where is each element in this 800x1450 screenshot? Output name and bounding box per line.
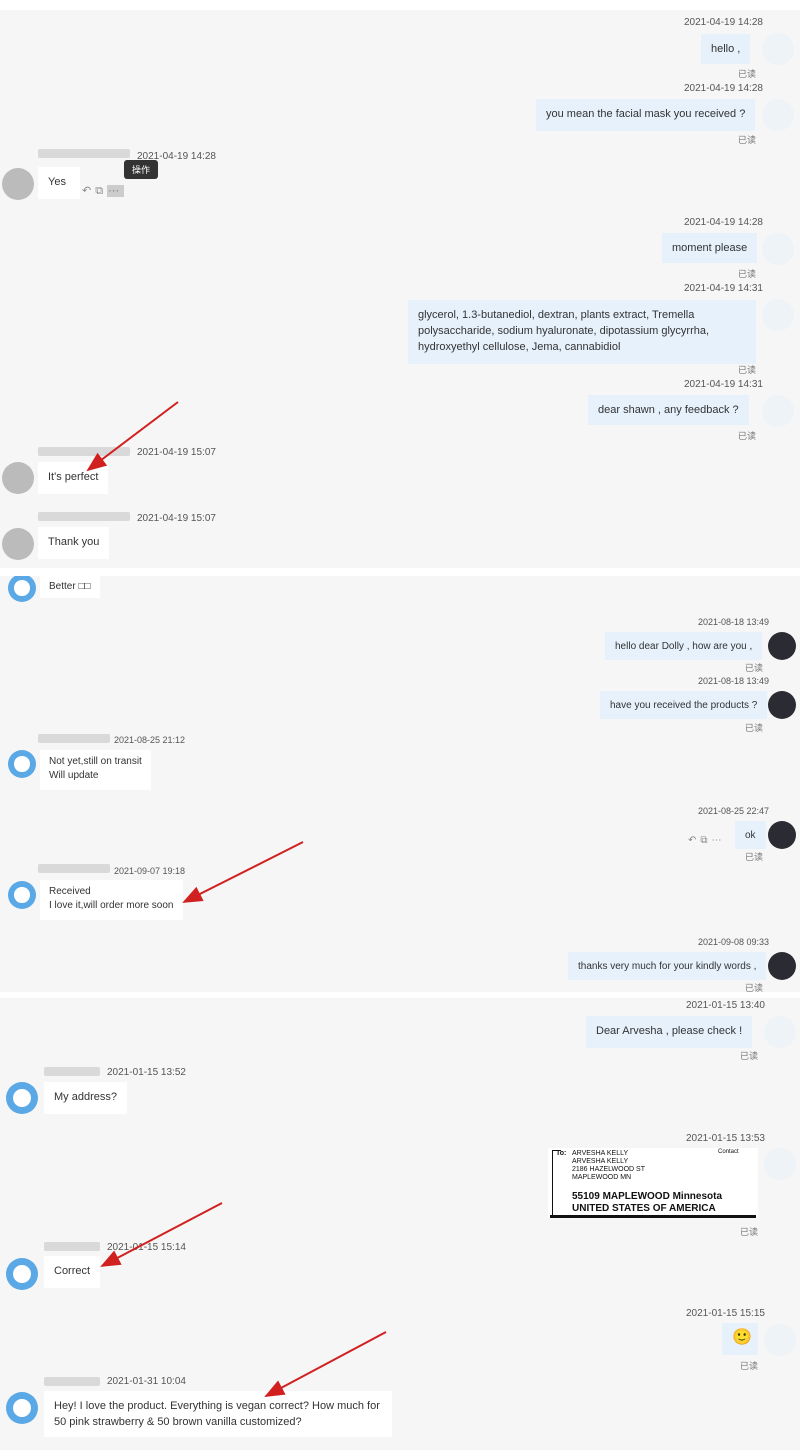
annotation-arrow xyxy=(264,1331,387,1397)
annotation-arrows xyxy=(86,401,387,1397)
annotation-arrow xyxy=(100,1202,223,1267)
annotation-arrow xyxy=(182,841,304,903)
annotation-arrow xyxy=(86,401,179,472)
